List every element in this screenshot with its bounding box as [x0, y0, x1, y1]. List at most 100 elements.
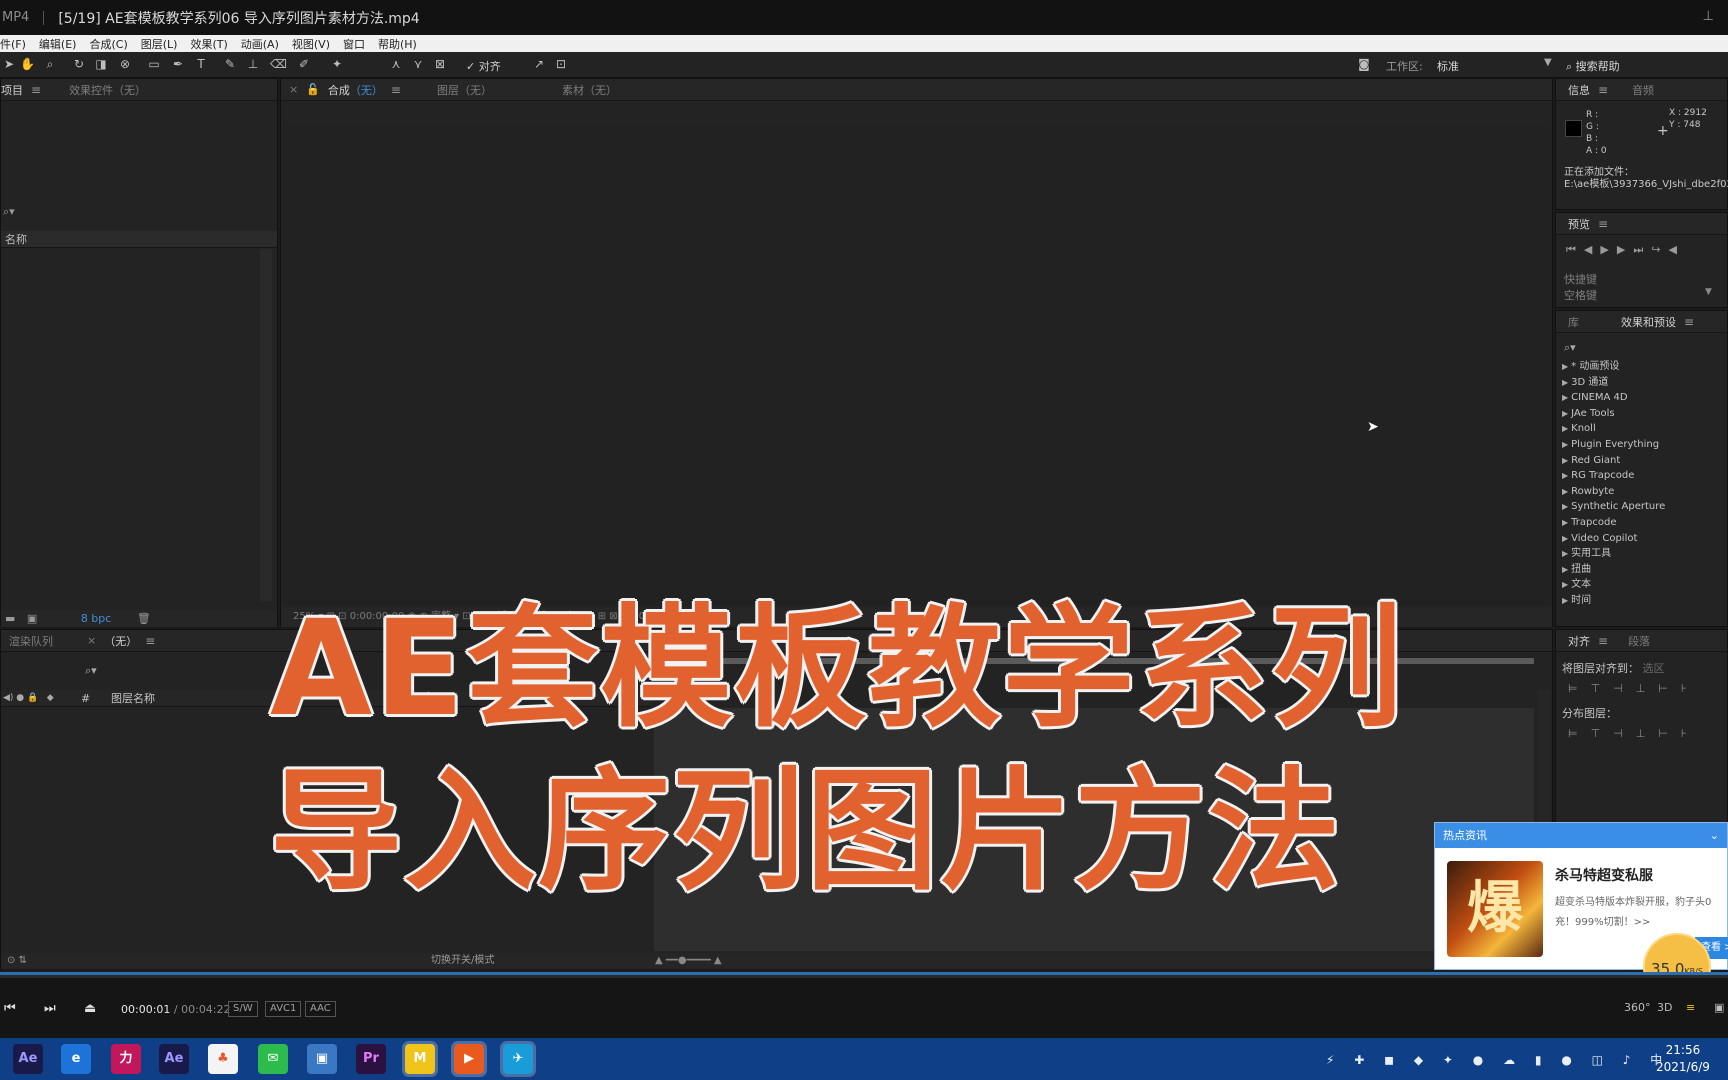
last-frame-icon[interactable]: ⏭ [1633, 243, 1651, 256]
menu-effect[interactable]: 效果(T) [190, 36, 227, 52]
roto-brush-tool-icon[interactable]: ✐ [297, 57, 311, 71]
list-item[interactable]: ▶ Knoll [1562, 421, 1665, 437]
list-item[interactable]: ▶ Trapcode [1562, 515, 1665, 531]
camera-tool-icon[interactable]: ◨ [94, 57, 108, 71]
rotate-tool-icon[interactable]: ↻ [72, 57, 86, 71]
tab-align[interactable]: 对齐 [1568, 633, 1590, 649]
trash-icon[interactable]: 🗑 [137, 612, 151, 625]
menu-icon[interactable]: ≡ [31, 83, 41, 97]
axis-local-icon[interactable]: ⋏ [389, 57, 403, 71]
next-frame-icon[interactable]: ▶ [1617, 243, 1633, 256]
axis-world-icon[interactable]: ⋎ [411, 57, 425, 71]
ad-title[interactable]: 杀马特超变私服 [1555, 865, 1653, 885]
column-name[interactable]: 名称 [5, 233, 27, 246]
first-frame-icon[interactable]: ⏮ [1566, 243, 1584, 256]
tab-composition[interactable]: 合成（无） [328, 82, 383, 98]
menu-help[interactable]: 帮助(H) [378, 36, 417, 52]
tab-effects-presets[interactable]: 效果和预设 [1621, 314, 1676, 330]
decoder-badge[interactable]: S/W [228, 1001, 258, 1017]
snapping-checkbox[interactable]: ✓ 对齐 [466, 58, 501, 74]
tab-info[interactable]: 信息 [1568, 82, 1590, 98]
tab-render-queue[interactable]: 渲染队列 [9, 633, 53, 649]
loop-icon[interactable]: ↪ [1651, 243, 1668, 256]
tab-layer[interactable]: 图层（无） [437, 82, 492, 98]
snap-extents-icon[interactable]: ⊡ [554, 57, 568, 71]
menu-window[interactable]: 窗口 [343, 36, 365, 52]
clone-stamp-tool-icon[interactable]: ⊥ [246, 57, 260, 71]
align-to-select[interactable]: 选区 [1643, 662, 1665, 675]
play-icon[interactable]: ▶ [1600, 243, 1616, 256]
list-item[interactable]: ▶ Red Giant [1562, 453, 1665, 469]
tab-library[interactable]: 库 [1568, 314, 1579, 330]
playback-progress-bar[interactable] [0, 975, 1728, 978]
vr-360-button[interactable]: 360° [1624, 1001, 1651, 1014]
pin-icon[interactable]: ⊥ [1703, 9, 1714, 24]
menu-icon[interactable]: ≡ [1598, 634, 1608, 648]
taskbar-app[interactable]: ▶ [451, 1041, 487, 1077]
audio-icon[interactable]: ◀ [1668, 243, 1684, 256]
close-icon[interactable]: × [289, 83, 298, 96]
3d-button[interactable]: 3D [1657, 1001, 1672, 1014]
list-item[interactable]: ▶ 3D 通道 [1562, 375, 1665, 391]
tab-paragraph[interactable]: 段落 [1628, 633, 1650, 649]
tab-audio[interactable]: 音频 [1632, 82, 1654, 98]
lock-icon[interactable]: 🔓 [306, 83, 320, 96]
list-item[interactable]: ▶ 文本 [1562, 577, 1665, 593]
close-icon[interactable]: × [87, 634, 96, 647]
list-item[interactable]: ▶ 时间 [1562, 593, 1665, 609]
list-item[interactable]: ▶ 扭曲 [1562, 562, 1665, 578]
project-search-input[interactable]: ⌕▾ [1, 205, 273, 223]
text-tool-icon[interactable]: T [194, 57, 208, 71]
distribute-buttons[interactable]: ⊨⊤⊣⊥⊢⊦ [1568, 727, 1700, 740]
footage-icon[interactable]: ▣ [27, 612, 37, 625]
taskbar-app[interactable]: ▣ [307, 1044, 337, 1074]
composition-viewer[interactable]: ➤ [283, 125, 1550, 605]
tab-timeline-comp[interactable]: （无） [104, 633, 137, 649]
settings-icon[interactable]: ▣ [1714, 1001, 1724, 1014]
av-switch-icons[interactable]: ◀) ● 🔒 ◆ [3, 690, 54, 707]
brush-tool-icon[interactable]: ✎ [223, 57, 237, 71]
project-scrollbar[interactable] [260, 249, 272, 601]
align-buttons[interactable]: ⊨⊤⊣⊥⊢⊦ [1568, 682, 1700, 695]
tab-footage[interactable]: 素材（无） [562, 82, 617, 98]
taskbar-app[interactable]: ♣ [208, 1044, 238, 1074]
list-item[interactable]: ▶ RG Trapcode [1562, 468, 1665, 484]
menu-icon[interactable]: ≡ [145, 634, 155, 648]
tab-effect-controls[interactable]: 效果控件（无） [69, 82, 146, 98]
taskbar-app[interactable]: 力 [111, 1044, 141, 1074]
rectangle-tool-icon[interactable]: ▭ [147, 57, 161, 71]
menu-icon[interactable]: ≡ [1598, 217, 1608, 231]
menu-file[interactable]: 件(F) [0, 36, 26, 52]
taskbar-app[interactable]: Ae [159, 1044, 189, 1074]
pen-tool-icon[interactable]: ✒ [171, 57, 185, 71]
column-layer-name[interactable]: 图层名称 [111, 690, 155, 707]
taskbar-app[interactable]: ✈ [500, 1041, 536, 1077]
taskbar-app[interactable]: Pr [356, 1044, 386, 1074]
menu-icon[interactable]: ≡ [1598, 83, 1608, 97]
pan-behind-tool-icon[interactable]: ⊗ [118, 57, 132, 71]
tab-preview[interactable]: 预览 [1568, 216, 1590, 232]
hand-tool-icon[interactable]: ✋ [20, 57, 35, 71]
prev-frame-icon[interactable]: ◀ [1584, 243, 1600, 256]
toggle-switches-modes[interactable]: 切换开关/模式 [431, 953, 494, 969]
playlist-icon[interactable]: ≡ [1686, 1001, 1695, 1014]
menu-icon[interactable]: ≡ [1684, 315, 1694, 329]
timeline-search-input[interactable]: ⌕▾ [85, 664, 97, 678]
help-search[interactable]: ⌕ 搜索帮助 [1566, 58, 1620, 74]
eraser-tool-icon[interactable]: ⌫ [270, 57, 287, 71]
list-item[interactable]: ▶ Video Copilot [1562, 531, 1665, 547]
system-tray[interactable]: ⚡ ✚ ◼ ◆ ✦ ● ☁ ▮ ● ◫ ♪ 中 [1326, 1051, 1670, 1068]
selection-tool-icon[interactable]: ➤ [2, 57, 16, 71]
menu-icon[interactable]: ≡ [391, 83, 401, 97]
list-item[interactable]: ▶ 实用工具 [1562, 546, 1665, 562]
chevron-down-icon[interactable]: ▼ [1705, 287, 1712, 297]
chevron-down-icon[interactable]: ⌄ [1710, 823, 1719, 848]
snap-feature-icon[interactable]: ↗ [532, 57, 546, 71]
shortcut-select[interactable]: 空格键 [1564, 287, 1714, 303]
new-folder-icon[interactable]: ▬ [5, 612, 15, 625]
next-icon[interactable]: ⏭ [44, 1001, 56, 1016]
puppet-tool-icon[interactable]: ✦ [330, 57, 344, 71]
bpc-toggle[interactable]: 8 bpc [81, 612, 112, 625]
vr-icon[interactable]: ◙ [1357, 57, 1371, 71]
taskbar-clock[interactable]: 21:56 2021/6/9 [1656, 1042, 1710, 1076]
